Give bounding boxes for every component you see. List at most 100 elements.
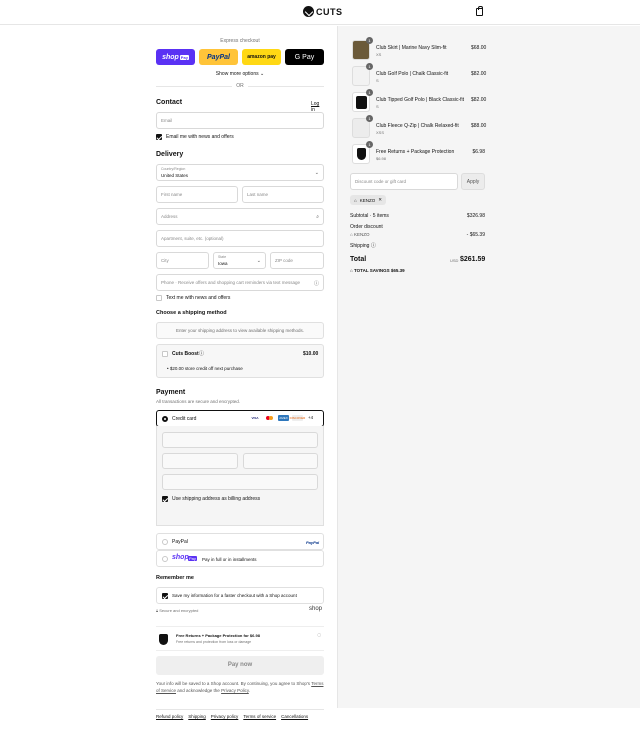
express-checkout-label: Express checkout xyxy=(220,38,260,44)
amex-icon: AMEX xyxy=(278,415,289,421)
payment-heading: Payment xyxy=(156,389,186,396)
shopping-bag-icon[interactable] xyxy=(476,6,483,16)
chevron-down-icon: ⌄ xyxy=(314,170,319,176)
city-field[interactable]: City xyxy=(156,252,209,269)
shield-icon xyxy=(159,634,168,645)
tag-icon: ⌂ xyxy=(354,197,357,203)
product-name: Club Tipped Golf Polo | Black Classic-fi… xyxy=(376,97,465,103)
brand-logo[interactable]: CUTS xyxy=(303,6,343,17)
shop-logo: shop xyxy=(309,606,323,612)
cuts-boost-name: Cuts Boost xyxy=(172,351,199,357)
shop-pay-radio[interactable] xyxy=(162,556,168,562)
text-news-checkbox[interactable] xyxy=(156,295,162,301)
subtotal-value: $326.98 xyxy=(466,213,485,219)
address-field[interactable]: Address ⌕ xyxy=(156,208,324,225)
privacy-link[interactable]: Privacy Policy xyxy=(221,688,249,693)
info-icon[interactable]: ⓘ xyxy=(371,243,376,249)
email-field[interactable]: Email xyxy=(156,112,324,129)
discount-code-field[interactable]: Discount code or gift card xyxy=(350,173,458,190)
card-expiry-field[interactable] xyxy=(162,453,238,469)
apartment-field[interactable]: Apartment, suite, etc. (optional) xyxy=(156,230,324,247)
credit-card-radio[interactable] xyxy=(162,416,168,422)
remember-me-option[interactable]: Save my information for a faster checkou… xyxy=(156,587,324,604)
cuts-boost-bullet: • $20.00 store credit off next purchase xyxy=(167,366,243,371)
footer-link-cancellations[interactable]: Cancellations xyxy=(281,714,308,719)
chevron-down-icon: ⌄ xyxy=(260,71,265,77)
apply-discount-button[interactable]: Apply xyxy=(461,173,485,190)
quantity-badge: 1 xyxy=(366,141,373,148)
footer-link-refund[interactable]: Refund policy xyxy=(156,714,183,719)
product-price: $88.00 xyxy=(471,123,487,129)
card-name-field[interactable] xyxy=(162,474,318,490)
order-summary: 1 Club Skirt | Marine Navy Slim-fit XS $… xyxy=(337,26,640,708)
shop-pay-option[interactable]: shop Pay Pay in full or in installments xyxy=(156,550,324,567)
discount-tag: ⌂ KENZO ✕ xyxy=(350,195,387,205)
package-protection: Free Returns + Package Protection for $6… xyxy=(156,626,324,651)
state-select[interactable]: State Iowa ⌄ xyxy=(213,252,266,269)
remember-me-label: Save my information for a faster checkou… xyxy=(172,593,297,598)
product-price: $6.98 xyxy=(472,149,485,155)
email-news-label: Email me with news and offers xyxy=(166,134,234,140)
text-news-label: Text me with news and offers xyxy=(166,295,231,301)
paypal-logo: PayPal xyxy=(306,540,320,545)
paypal-option[interactable]: PayPal PayPal xyxy=(156,533,324,550)
paypal-button[interactable]: PayPal xyxy=(199,49,238,65)
quantity-badge: 1 xyxy=(366,89,373,96)
billing-address-checkbox[interactable] xyxy=(162,496,168,502)
search-icon: ⌕ xyxy=(316,214,319,220)
google-pay-button[interactable]: G Pay xyxy=(285,49,324,65)
shop-pay-button[interactable]: shop Pay xyxy=(156,49,195,65)
product-name: Club Golf Polo | Chalk Classic-fit xyxy=(376,71,449,77)
payment-subtitle: All transactions are secure and encrypte… xyxy=(156,399,241,404)
pay-now-button[interactable]: Pay now xyxy=(156,656,324,675)
country-select[interactable]: Country/Region United States ⌄ xyxy=(156,164,324,181)
loading-spinner-icon: ◌ xyxy=(317,632,322,639)
last-name-field[interactable]: Last name xyxy=(242,186,324,203)
header: CUTS xyxy=(0,0,640,25)
footer-links: Refund policy Shipping Privacy policy Te… xyxy=(156,714,324,719)
shop-pay-badge: Pay xyxy=(188,556,197,561)
billing-address-label: Use shipping address as billing address xyxy=(172,496,261,502)
footer-link-shipping[interactable]: Shipping xyxy=(188,714,206,719)
card-number-field[interactable] xyxy=(162,432,318,448)
discover-icon: DISCOVER xyxy=(289,415,306,421)
brand-mark-icon xyxy=(303,6,314,17)
footer-link-terms[interactable]: Terms of service xyxy=(243,714,276,719)
contact-heading: Contact xyxy=(156,99,183,106)
cuts-boost-checkbox[interactable] xyxy=(162,351,168,357)
product-variant: XSS xyxy=(376,130,385,135)
paypal-radio[interactable] xyxy=(162,539,168,545)
tag-icon: ⌂ xyxy=(350,268,353,273)
shipping-notice: Enter your shipping address to view avai… xyxy=(156,322,324,339)
mastercard-icon xyxy=(264,415,274,421)
first-name-field[interactable]: First name xyxy=(156,186,238,203)
currency-code: USD xyxy=(450,258,459,263)
show-more-options-button[interactable]: Show more options ⌄ xyxy=(156,71,324,77)
shop-pay-logo: shop xyxy=(172,554,189,561)
legal-text: Your info will be saved to a Shop accoun… xyxy=(156,681,324,693)
total-savings: ⌂ TOTAL SAVINGS $65.39 xyxy=(350,268,405,273)
phone-field[interactable]: Phone · Receive offers and shopping cart… xyxy=(156,274,324,291)
chevron-down-icon: ⌄ xyxy=(256,258,261,264)
info-icon[interactable]: ⓘ xyxy=(199,350,204,357)
product-price: $68.00 xyxy=(471,45,487,51)
email-news-checkbox[interactable] xyxy=(156,134,162,140)
secure-note: 🔒︎ Secure and encrypted xyxy=(156,608,199,613)
zip-field[interactable]: ZIP code xyxy=(270,252,324,269)
close-icon[interactable]: ✕ xyxy=(378,197,382,203)
credit-card-option[interactable]: Credit card VISA AMEX DISCOVER +4 xyxy=(156,410,324,427)
order-discount-label: Order discount xyxy=(350,224,383,230)
product-variant: $6.98 xyxy=(376,156,387,161)
help-icon[interactable]: ⓘ xyxy=(314,280,319,287)
shield-icon xyxy=(357,148,366,160)
amazon-pay-button[interactable]: amazon pay xyxy=(242,49,281,65)
footer-link-privacy[interactable]: Privacy policy xyxy=(211,714,239,719)
discount-amount: - $65.39 xyxy=(466,232,485,238)
card-cvv-field[interactable] xyxy=(243,453,318,469)
cuts-boost-option[interactable]: Cuts Boost ⓘ $10.00 • $20.00 store credi… xyxy=(156,344,324,378)
remember-me-checkbox[interactable] xyxy=(162,593,168,599)
subtotal-label: Subtotal · 5 items xyxy=(350,213,389,219)
quantity-badge: 1 xyxy=(366,63,373,70)
footer-divider xyxy=(156,709,324,710)
lock-icon: 🔒︎ xyxy=(156,608,159,613)
